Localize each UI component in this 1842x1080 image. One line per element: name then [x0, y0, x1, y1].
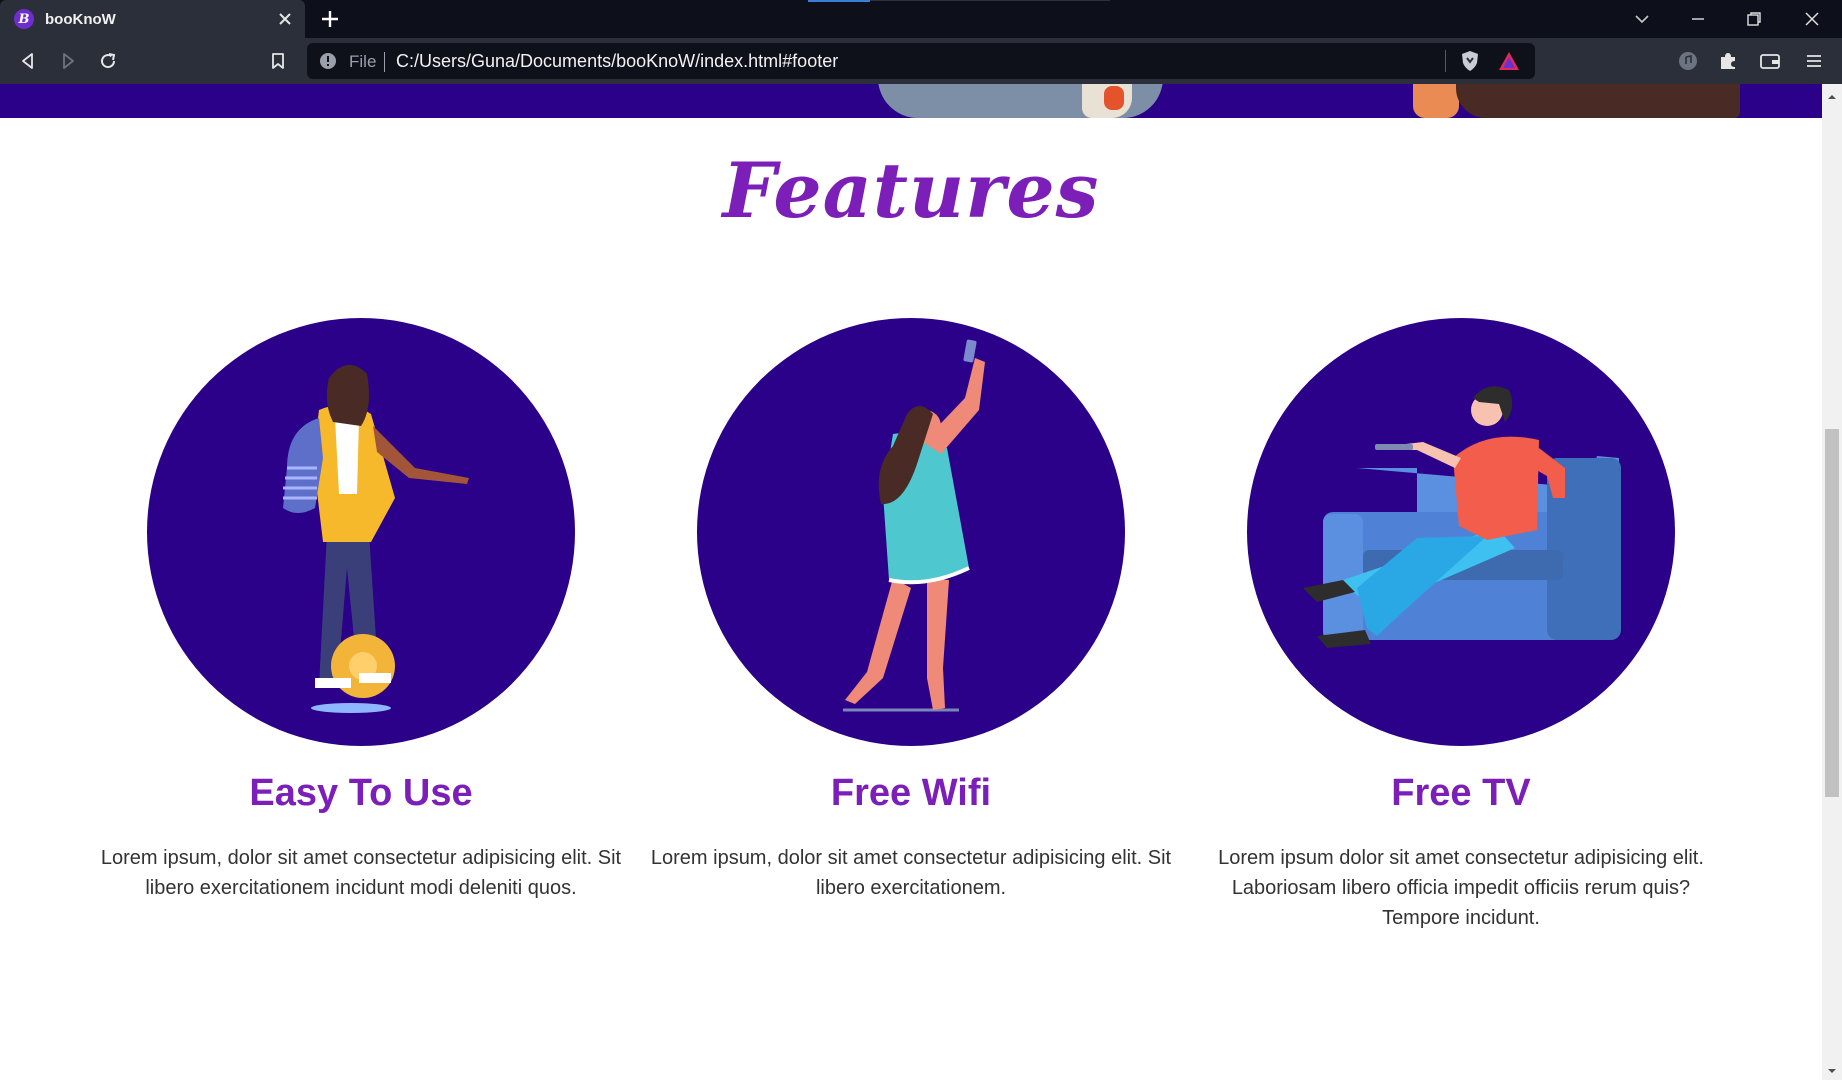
- url-scheme-label: File: [349, 52, 377, 71]
- tab-strip-indicator: [808, 0, 870, 2]
- hero-illustration-figure: [1413, 84, 1459, 118]
- bookmark-icon[interactable]: [266, 49, 290, 73]
- scroll-up-arrow-icon[interactable]: [1826, 88, 1838, 100]
- feature-description: Lorem ipsum, dolor sit amet consectetur …: [100, 847, 622, 899]
- hero-illustration-figure: [1456, 84, 1740, 118]
- sofa-person-illustration: [1303, 386, 1621, 648]
- feature-description: Lorem ipsum dolor sit amet consectetur a…: [1218, 847, 1704, 929]
- feature-description: Lorem ipsum, dolor sit amet consectetur …: [650, 847, 1172, 899]
- tab-search-chevron-icon[interactable]: [1614, 0, 1670, 38]
- close-tab-icon[interactable]: [275, 9, 295, 29]
- hero-illustration-detail: [1104, 86, 1124, 110]
- page-scrollbar[interactable]: [1822, 84, 1842, 1080]
- address-bar[interactable]: File C:/Users/Guna/Documents/booKnoW/ind…: [307, 43, 1535, 79]
- url-text[interactable]: C:/Users/Guna/Documents/booKnoW/index.ht…: [396, 51, 838, 72]
- feature-image-sofa: [1247, 318, 1675, 746]
- scroll-down-arrow-icon[interactable]: [1826, 1062, 1838, 1074]
- brave-shield-icon[interactable]: [1459, 50, 1481, 72]
- media-icon[interactable]: [1676, 49, 1700, 73]
- feature-image-selfie: [697, 318, 1125, 746]
- wallet-icon[interactable]: [1758, 49, 1782, 73]
- features-heading: Features: [722, 146, 1100, 235]
- menu-icon[interactable]: [1802, 49, 1826, 73]
- browser-toolbar: File C:/Users/Guna/Documents/booKnoW/ind…: [0, 38, 1842, 84]
- feature-title: Free TV: [1391, 772, 1531, 814]
- hoverboard-person-illustration: [283, 364, 469, 713]
- url-divider-right: [1445, 50, 1446, 72]
- favicon-icon: B: [14, 9, 34, 29]
- site-info-icon[interactable]: [319, 52, 337, 70]
- restore-icon[interactable]: [1726, 0, 1782, 38]
- scrollbar-thumb[interactable]: [1825, 429, 1839, 797]
- selfie-person-illustration: [843, 339, 985, 712]
- reload-icon[interactable]: [96, 49, 120, 73]
- close-window-icon[interactable]: [1784, 0, 1840, 38]
- browser-tab[interactable]: B booKnoW: [0, 0, 305, 38]
- feature-title: Easy To Use: [249, 772, 473, 814]
- feature-card-free-wifi: Free Wifi Lorem ipsum, dolor sit amet co…: [631, 318, 1191, 903]
- tab-strip-divider: [870, 0, 1110, 1]
- brave-rewards-icon[interactable]: [1497, 50, 1521, 72]
- hero-section-bottom: [0, 84, 1822, 118]
- minimize-icon[interactable]: [1670, 0, 1726, 38]
- url-divider: [384, 52, 385, 72]
- extensions-puzzle-icon[interactable]: [1716, 49, 1740, 73]
- back-icon[interactable]: [16, 49, 40, 73]
- feature-card-free-tv: Free TV Lorem ipsum dolor sit amet conse…: [1181, 318, 1741, 933]
- feature-title: Free Wifi: [830, 772, 992, 814]
- feature-card-easy-to-use: Easy To Use Lorem ipsum, dolor sit amet …: [81, 318, 641, 903]
- page-content: Features Easy To Use Lorem ipsum, dolor …: [0, 84, 1822, 1080]
- forward-icon[interactable]: [56, 49, 80, 73]
- new-tab-icon[interactable]: [318, 7, 342, 31]
- feature-image-hoverboard: [147, 318, 575, 746]
- tab-bar: B booKnoW: [0, 0, 1842, 38]
- tab-title: booKnoW: [45, 10, 116, 28]
